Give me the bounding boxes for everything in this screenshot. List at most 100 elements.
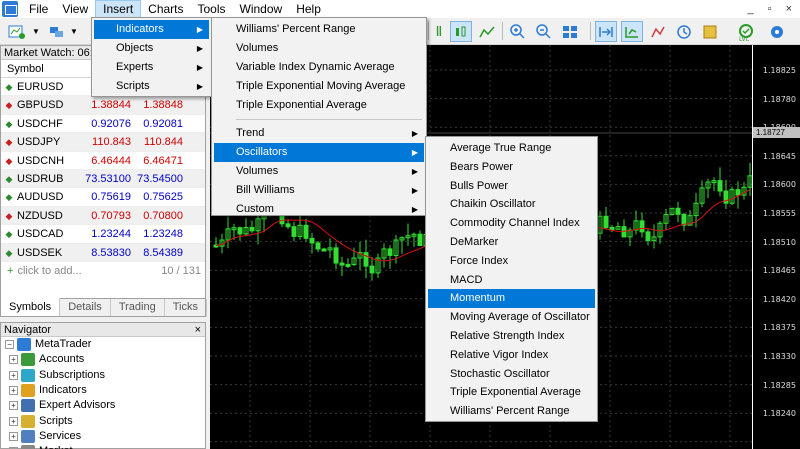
- oscillator-item[interactable]: Average True Range: [428, 139, 595, 158]
- price-up-icon: ◆: [5, 192, 13, 203]
- navigator-item[interactable]: + Services: [1, 429, 205, 444]
- navigator-item[interactable]: +Market: [1, 444, 205, 449]
- tab-symbols[interactable]: Symbols: [1, 298, 61, 316]
- market-watch-row[interactable]: ◆ USDCHF 0.92076 0.92081: [1, 115, 205, 134]
- menu-file[interactable]: File: [22, 0, 55, 18]
- tab-details[interactable]: Details: [60, 299, 111, 316]
- oscillator-item[interactable]: Commodity Channel Index: [428, 214, 595, 233]
- indicator-group-trend[interactable]: Trend ▶: [214, 124, 424, 143]
- menu-charts[interactable]: Charts: [141, 0, 190, 18]
- templates-icon[interactable]: [699, 21, 721, 42]
- oscillator-item[interactable]: Stochastic Oscillator: [428, 365, 595, 384]
- menu-tools[interactable]: Tools: [191, 0, 233, 18]
- oscillator-item[interactable]: Force Index: [428, 252, 595, 271]
- oscillator-item[interactable]: Bears Power: [428, 158, 595, 177]
- menu-help[interactable]: Help: [289, 0, 328, 18]
- expand-icon[interactable]: +: [9, 370, 18, 380]
- new-chart-dropdown-icon[interactable]: ▼: [30, 21, 42, 42]
- bar-chart-icon[interactable]: Ⅱ: [432, 21, 446, 42]
- market-watch-row[interactable]: ◆ AUDUSD 0.75619 0.75625: [1, 188, 205, 207]
- market-watch-row[interactable]: ◆ NZDUSD 0.70793 0.70800: [1, 206, 205, 226]
- navigator-item[interactable]: + Scripts: [1, 413, 205, 428]
- oscillator-item[interactable]: Chaikin Oscillator: [428, 195, 595, 214]
- tile-windows-icon[interactable]: [559, 21, 581, 42]
- periods-icon[interactable]: [673, 21, 695, 42]
- navigator-item[interactable]: + Accounts: [1, 352, 205, 367]
- tab-ticks[interactable]: Ticks: [165, 299, 207, 316]
- navigator-item[interactable]: − MetaTrader: [1, 337, 205, 352]
- candle-body: [387, 248, 393, 256]
- menu-window[interactable]: Window: [233, 0, 290, 18]
- market-watch-row[interactable]: ◆ USDCAD 1.23244 1.23248: [1, 225, 205, 244]
- profiles-icon[interactable]: [46, 21, 68, 42]
- expand-icon[interactable]: +: [9, 386, 18, 396]
- candle-body: [339, 262, 345, 266]
- chart-shift-icon[interactable]: [621, 21, 643, 42]
- menu-view[interactable]: View: [55, 0, 95, 18]
- expand-icon[interactable]: +: [9, 401, 18, 411]
- indicator-group-bill-williams[interactable]: Bill Williams ▶: [214, 181, 424, 200]
- market-watch-row[interactable]: ◆ USDJPY 110.843 110.844: [1, 133, 205, 152]
- indicator-group-custom[interactable]: Custom ▶: [214, 200, 424, 219]
- navigator-item[interactable]: + Indicators: [1, 383, 205, 398]
- navigator-close-icon[interactable]: ×: [195, 323, 205, 336]
- expand-icon[interactable]: +: [9, 431, 18, 441]
- market-watch-row[interactable]: ◆ USDCNH 6.46444 6.46471: [1, 152, 205, 170]
- insert-menu-experts[interactable]: Experts ▶: [94, 58, 209, 77]
- indicator-recent-item[interactable]: Williams' Percent Range: [214, 20, 424, 39]
- oscillator-item[interactable]: Momentum: [428, 289, 595, 309]
- indicator-group-oscillators[interactable]: Oscillators ▶: [214, 143, 424, 162]
- market-watch-row[interactable]: ◆ USDRUB 73.53100 73.54500: [1, 169, 205, 189]
- autoscroll-icon[interactable]: [595, 21, 617, 42]
- tab-trading[interactable]: Trading: [111, 299, 165, 316]
- symbol-name: EURUSD: [17, 81, 64, 93]
- options-icon[interactable]: [766, 21, 788, 42]
- insert-menu-scripts[interactable]: Scripts ▶: [94, 77, 209, 96]
- close-icon[interactable]: ×: [786, 3, 792, 15]
- indicators-submenu: Williams' Percent Range Volumes Variable I…: [211, 17, 427, 216]
- submenu-arrow-icon: ▶: [411, 205, 418, 214]
- expand-icon[interactable]: +: [9, 416, 18, 426]
- insert-menu-objects[interactable]: Objects ▶: [94, 39, 209, 58]
- oscillator-item[interactable]: Triple Exponential Average: [428, 383, 595, 402]
- navigator-item[interactable]: + Subscriptions: [1, 368, 205, 383]
- zoom-in-icon[interactable]: [507, 21, 529, 42]
- restore-icon[interactable]: ▫: [768, 3, 772, 15]
- market-watch-row[interactable]: ◆ GBPUSD 1.38844 1.38848: [1, 96, 205, 115]
- candle-body: [321, 248, 327, 252]
- zoom-out-icon[interactable]: [533, 21, 555, 42]
- candle-body: [603, 215, 609, 228]
- oscillator-item[interactable]: Bulls Power: [428, 177, 595, 196]
- click-to-add[interactable]: click to add...: [17, 262, 81, 280]
- navigator-item[interactable]: + Expert Advisors: [1, 398, 205, 413]
- market-watch-row[interactable]: ◆ USDSEK 8.53830 8.54389: [1, 243, 205, 262]
- indicator-recent-item[interactable]: Triple Exponential Moving Average: [214, 77, 424, 96]
- minimize-icon[interactable]: _: [748, 3, 754, 15]
- oscillator-item[interactable]: Williams' Percent Range: [428, 402, 595, 421]
- price-label: 1.18600: [762, 180, 796, 190]
- profiles-dropdown-icon[interactable]: ▼: [68, 21, 80, 42]
- line-chart-icon[interactable]: [476, 21, 498, 42]
- expand-icon[interactable]: +: [9, 355, 18, 365]
- oscillator-item[interactable]: Moving Average of Oscillator: [428, 308, 595, 327]
- insert-menu-indicators[interactable]: Indicators ▶: [94, 20, 209, 39]
- indicator-recent-item[interactable]: Volumes: [214, 39, 424, 58]
- indicator-recent-item[interactable]: Triple Exponential Average: [214, 96, 424, 115]
- indicator-group-volumes[interactable]: Volumes ▶: [214, 162, 424, 181]
- algo-trading-icon[interactable]: LVL: [732, 21, 760, 42]
- indicators-toolbar-icon[interactable]: [647, 21, 669, 42]
- menu-insert[interactable]: Insert: [95, 0, 142, 18]
- navigator-item-label: MetaTrader: [35, 338, 92, 351]
- oscillator-item[interactable]: MACD: [428, 271, 595, 290]
- oscillator-item[interactable]: Relative Strength Index: [428, 327, 595, 346]
- oscillator-item[interactable]: DeMarker: [428, 233, 595, 252]
- metatrader-app-icon[interactable]: [2, 1, 18, 17]
- oscillator-item[interactable]: Relative Vigor Index: [428, 346, 595, 365]
- expand-icon[interactable]: −: [5, 340, 14, 350]
- indicator-recent-item[interactable]: Variable Index Dynamic Average: [214, 58, 424, 77]
- candlesticks-icon[interactable]: [450, 21, 472, 42]
- ask-price: 6.46471: [143, 154, 183, 167]
- navigator-item-label: Indicators: [39, 384, 87, 397]
- new-chart-icon[interactable]: [6, 21, 28, 42]
- navigator-item-label: Scripts: [39, 414, 73, 427]
